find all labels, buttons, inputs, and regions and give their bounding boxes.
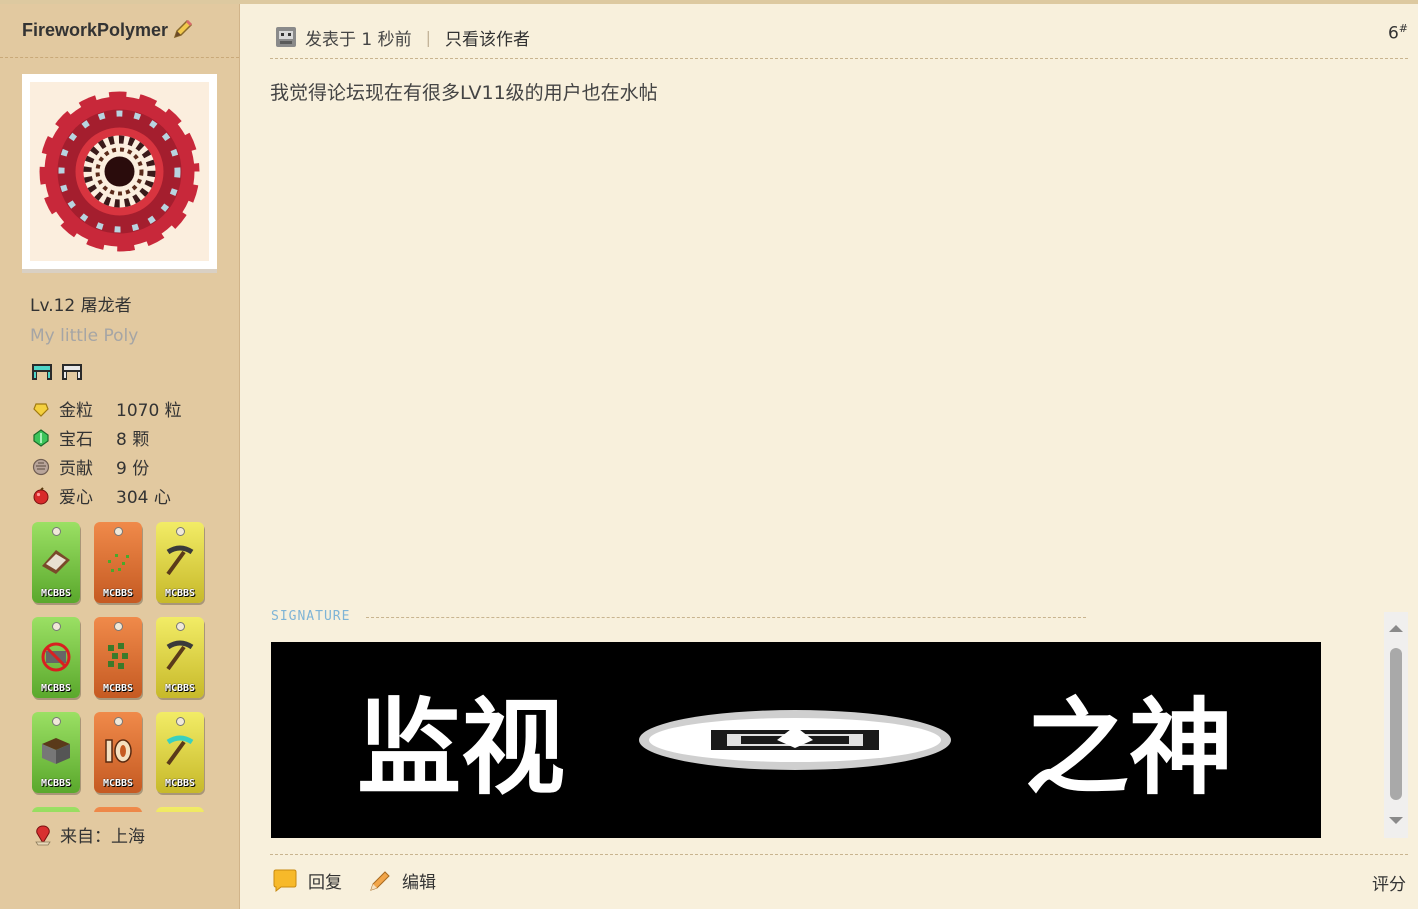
reply-label: 回复 — [308, 873, 342, 893]
pickaxe-icon — [166, 640, 194, 671]
apple-heart-icon — [33, 486, 49, 504]
book-icon — [42, 550, 70, 574]
post-content: 我觉得论坛现在有很多LV11级的用户也在水帖 — [270, 82, 658, 104]
diamond-pickaxe-icon — [166, 735, 194, 766]
post-time: 发表于 1 秒前 — [305, 29, 412, 50]
rate-button[interactable]: 评分 — [1372, 870, 1406, 895]
banner-left-text: 监视 — [357, 687, 565, 809]
dirt-block-icon — [42, 738, 70, 764]
no-minecart-icon — [41, 642, 71, 672]
user-group-icons — [30, 360, 84, 382]
user-location: 来自：上海 — [32, 822, 145, 847]
diamond-helmet-icon — [32, 364, 52, 380]
stat-label: 贡献 — [59, 459, 93, 479]
medal-badge[interactable]: MCBBS — [32, 712, 80, 793]
stat-love: 爱心 304 心 — [32, 481, 222, 510]
scroll-thumb[interactable] — [1390, 648, 1402, 800]
stat-gem: 宝石 8 颗 — [32, 423, 222, 452]
location-text: 来自：上海 — [60, 827, 145, 847]
medal-badge[interactable]: MCBBS — [156, 522, 204, 603]
stat-gold: 金粒 1070 粒 — [32, 394, 222, 423]
post-footer-divider — [270, 854, 1408, 855]
post-header: 发表于 1 秒前 | 只看该作者 6# — [270, 16, 1408, 59]
medal-badge[interactable]: MCBBS — [32, 522, 80, 603]
user-stats: 金粒 1070 粒 宝石 8 颗 贡献 9 份 爱心 304 心 — [32, 394, 222, 510]
medal-badge[interactable]: MCBBS — [94, 522, 142, 603]
stat-label: 宝石 — [59, 430, 93, 450]
scroll-down-arrow-icon[interactable] — [1389, 817, 1403, 824]
medal-badge[interactable]: MCBBS — [156, 712, 204, 793]
gold-nugget-icon — [33, 402, 49, 417]
header-divider: | — [425, 27, 432, 47]
avatar-frame[interactable] — [22, 74, 217, 273]
speech-bubble-icon — [273, 869, 297, 892]
post-actions: 回复 编辑 — [272, 868, 462, 893]
edit-label: 编辑 — [402, 873, 436, 893]
contribution-icon — [32, 458, 50, 475]
number-10-icon — [105, 739, 132, 763]
seeds-icon — [108, 554, 129, 572]
medal-badge[interactable]: MCBBS — [156, 617, 204, 698]
scroll-up-arrow-icon[interactable] — [1389, 625, 1403, 632]
stat-contribution: 贡献 9 份 — [32, 452, 222, 481]
user-level: Lv.12 屠龙者 — [30, 296, 132, 316]
stat-label: 金粒 — [59, 401, 93, 421]
signature-banner: 监视 之神 — [271, 642, 1321, 838]
medal-badge[interactable]: MCBBS — [94, 617, 142, 698]
stat-value: 1070 粒 — [116, 401, 182, 421]
floor-number[interactable]: 6# — [1388, 22, 1408, 44]
medal-badge[interactable] — [32, 807, 80, 812]
medal-badge[interactable]: MCBBS — [32, 617, 80, 698]
signature-scrollbar[interactable] — [1384, 612, 1408, 838]
signature-banner-graphic: 监视 之神 — [271, 642, 1321, 838]
location-pin-icon — [35, 824, 51, 845]
post-status-icon — [276, 27, 296, 47]
edit-button[interactable]: 编辑 — [368, 868, 436, 893]
eye-icon — [639, 710, 951, 770]
medal-badge[interactable] — [94, 807, 142, 812]
pencil-edit-icon — [370, 870, 390, 891]
author-sidebar: FireworkPolymer Lv.12 屠龙者 My little Poly… — [0, 4, 240, 909]
pencil-icon — [172, 18, 194, 44]
reply-button[interactable]: 回复 — [272, 868, 342, 893]
stat-value: 304 心 — [116, 488, 171, 508]
only-author-link[interactable]: 只看该作者 — [445, 25, 530, 50]
author-name-row: FireworkPolymer — [0, 4, 239, 58]
firework-avatar-image — [30, 82, 209, 261]
leaves-icon — [108, 643, 128, 669]
medal-list: MCBBS MCBBS MCBBS MCBBS MCBBS MCBBS MCBB… — [32, 522, 212, 812]
medal-badge[interactable]: MCBBS — [94, 712, 142, 793]
stat-label: 爱心 — [59, 488, 93, 508]
signature-label: SIGNATURE — [271, 609, 351, 624]
author-name-link[interactable]: FireworkPolymer — [22, 20, 168, 41]
stat-value: 9 份 — [116, 459, 150, 479]
avatar[interactable] — [30, 82, 209, 261]
banner-right-text: 之神 — [1025, 687, 1233, 809]
emerald-icon — [33, 428, 49, 447]
stat-value: 8 颗 — [116, 430, 150, 450]
pickaxe-icon — [166, 545, 194, 576]
signature-divider — [366, 617, 1086, 618]
user-custom-title: My little Poly — [30, 326, 139, 346]
iron-helmet-icon — [62, 364, 82, 380]
medal-badge[interactable] — [156, 807, 204, 812]
